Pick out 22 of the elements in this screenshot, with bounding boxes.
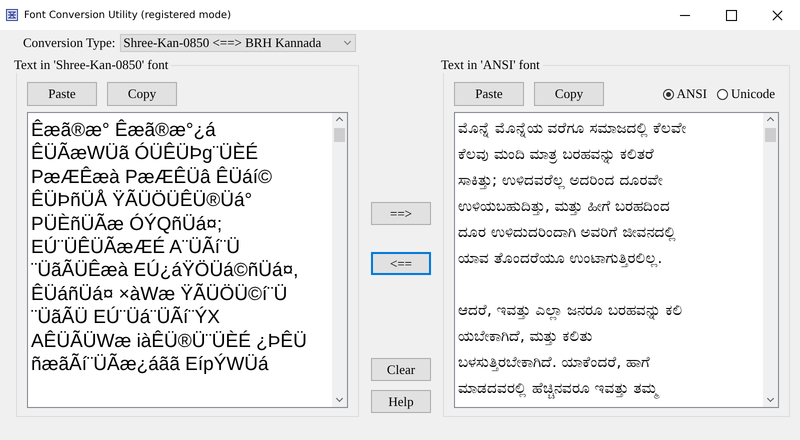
- window-title: Font Conversion Utility (registered mode): [24, 10, 231, 20]
- action-button[interactable]: Copy: [107, 82, 177, 106]
- action-button[interactable]: Clear: [371, 358, 431, 381]
- conversion-type-label: Conversion Type:: [23, 35, 116, 51]
- radio-option[interactable]: Unicode: [716, 86, 775, 102]
- action-button[interactable]: <==: [371, 252, 431, 275]
- conversion-type-dropdown[interactable]: Shree-Kan-0850 <==> BRH Kannada: [120, 34, 356, 52]
- action-button[interactable]: Copy: [534, 82, 604, 106]
- scroll-thumb[interactable]: [765, 128, 776, 142]
- app-icon: [6, 9, 18, 21]
- group-title: Text in 'Shree-Kan-0850' font: [14, 57, 172, 73]
- radio-option[interactable]: ANSI: [662, 86, 707, 102]
- action-button[interactable]: Paste: [27, 82, 97, 106]
- radio-icon[interactable]: [662, 88, 674, 100]
- action-button[interactable]: Help: [371, 390, 431, 413]
- action-button[interactable]: ==>: [371, 202, 431, 225]
- action-button[interactable]: Paste: [454, 82, 524, 106]
- group-title: Text in 'ANSI' font: [441, 57, 543, 73]
- scroll-thumb[interactable]: [334, 128, 345, 142]
- scrollbar[interactable]: [332, 113, 347, 407]
- radio-icon[interactable]: [716, 88, 728, 100]
- scrollbar[interactable]: [763, 113, 778, 407]
